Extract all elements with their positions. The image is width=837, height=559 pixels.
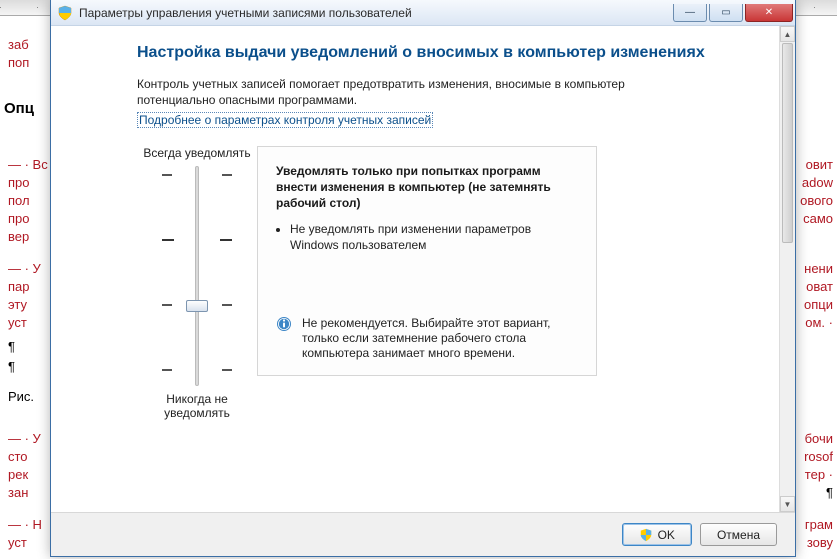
shield-icon [57,5,73,21]
slider-tick [162,174,232,176]
dialog-content: Настройка выдачи уведомлений о вносимых … [51,26,779,512]
uac-slider[interactable] [162,166,232,386]
window-title: Параметры управления учетными записями п… [79,6,671,20]
vertical-scrollbar[interactable]: ▲ ▼ [779,26,795,512]
page-heading: Настройка выдачи уведомлений о вносимых … [137,44,755,62]
level-description-panel: Уведомлять только при попытках программ … [257,146,597,376]
scroll-down-icon[interactable]: ▼ [780,496,795,512]
info-icon [276,316,292,332]
slider-tick [162,369,232,371]
titlebar[interactable]: Параметры управления учетными записями п… [51,0,795,26]
scroll-up-icon[interactable]: ▲ [780,26,795,42]
minimize-button[interactable]: — [673,4,707,22]
slider-track [195,166,199,386]
doc-heading: Опц [4,100,34,118]
ok-button-label: OK [658,528,675,542]
intro-text: Контроль учетных записей помогает предот… [137,76,697,108]
info-text: Не рекомендуется. Выбирайте этот вариант… [302,316,578,361]
panel-title: Уведомлять только при попытках программ … [276,163,578,211]
learn-more-link[interactable]: Подробнее о параметрах контроля учетных … [137,112,433,128]
slider-tick [162,239,232,241]
dialog-footer: OK Отмена [51,512,795,556]
uac-dialog: Параметры управления учетными записями п… [50,0,796,557]
close-button[interactable]: ✕ [745,4,793,22]
slider-top-label: Всегда уведомлять [143,146,250,160]
panel-bullet: Не уведомлять при изменении параметров W… [290,221,550,253]
shield-icon [639,528,653,542]
maximize-button[interactable]: ▭ [709,4,743,22]
cancel-button-label: Отмена [717,528,760,542]
slider-thumb[interactable] [186,300,208,312]
slider-column: Всегда уведомлять Никогда не уведомлять [137,146,257,420]
cancel-button[interactable]: Отмена [700,523,777,546]
ok-button[interactable]: OK [622,523,692,546]
doc-fig-label: Рис. [8,388,34,406]
slider-bottom-label: Никогда не уведомлять [137,392,257,420]
scrollbar-thumb[interactable] [782,43,793,243]
